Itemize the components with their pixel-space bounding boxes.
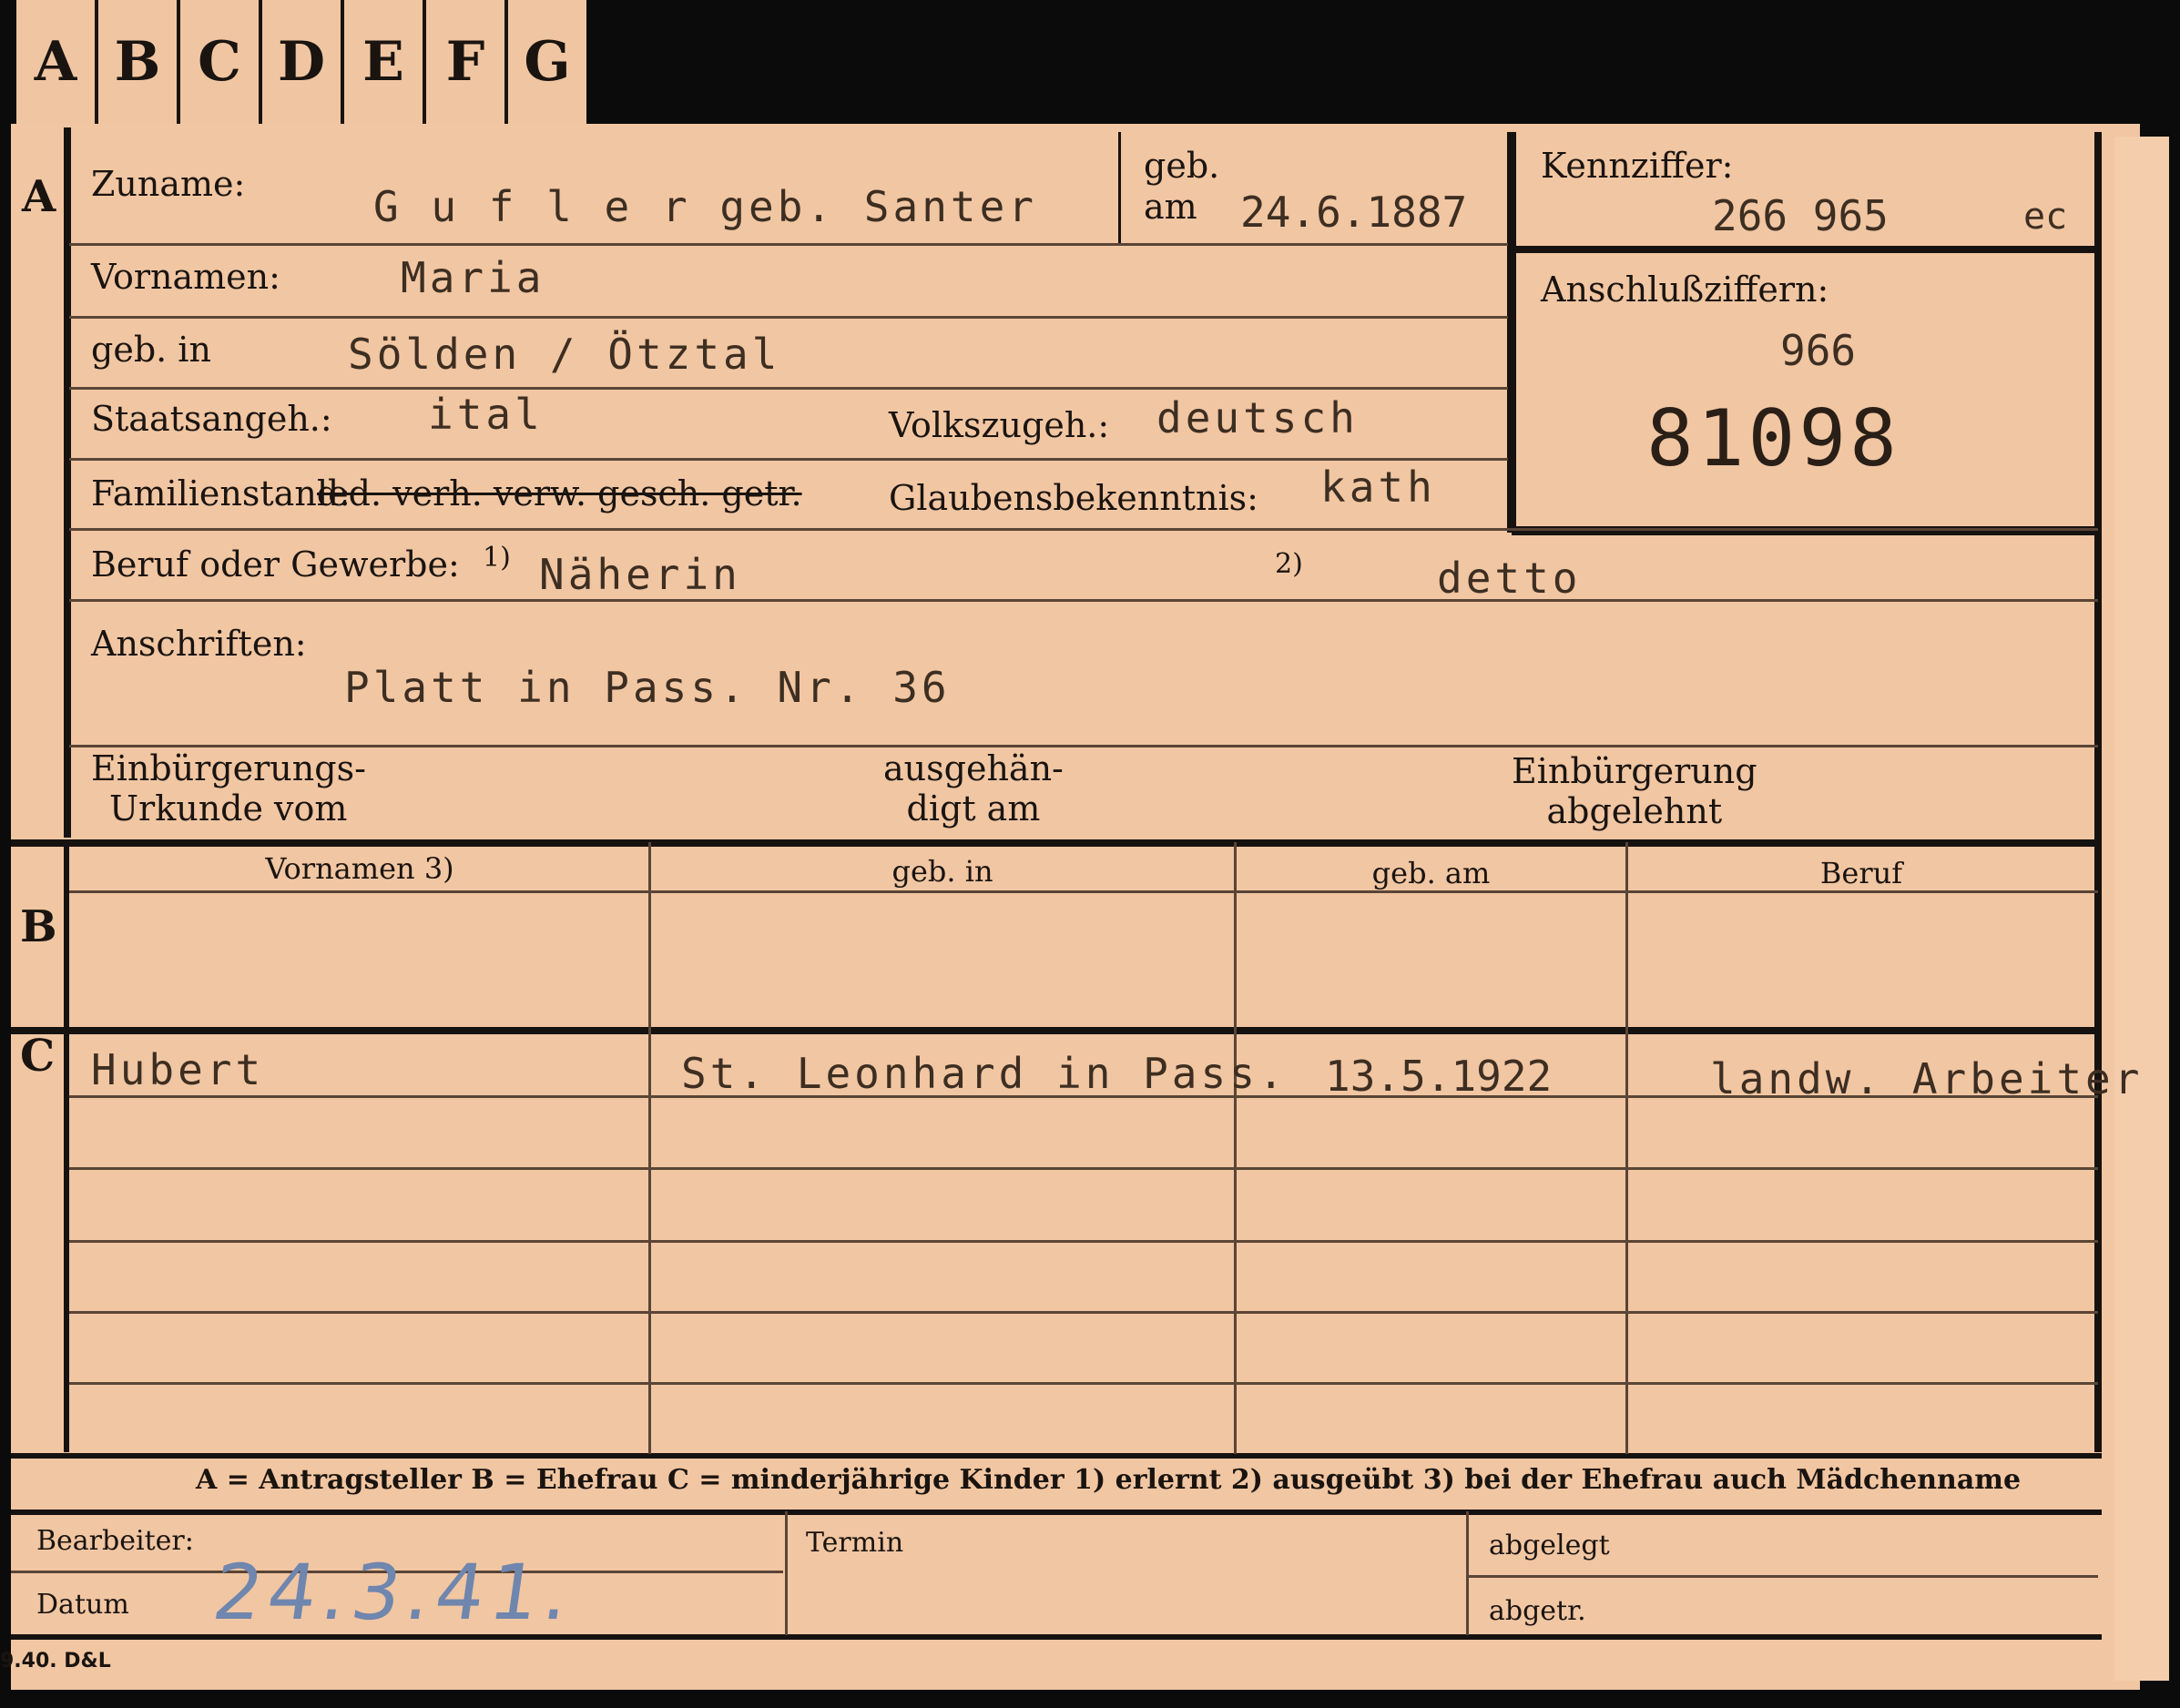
section-a-marker: A [22, 171, 56, 222]
table-col-line [1625, 842, 1628, 1454]
row-line [69, 387, 1508, 390]
zuname-value[interactable]: G u f l e r geb. Santer [373, 182, 1037, 231]
beruf-erlernt-value[interactable]: Näherin [539, 550, 741, 599]
staatsangehoerigkeit-value[interactable]: ital [428, 390, 544, 439]
kind-geburtsdatum-value[interactable]: 13.5.1922 [1325, 1052, 1552, 1101]
kennziffer-box-left [1507, 132, 1516, 533]
col-header-geb-in: geb. in [891, 854, 993, 889]
geb-label: geb. [1144, 146, 1220, 186]
kind-geburtsort-value[interactable]: St. Leonhard in Pass. [681, 1049, 1288, 1098]
section-b-marker: B [20, 901, 57, 952]
legend-text: A = Antragsteller B = Ehefrau C = minder… [196, 1464, 2022, 1496]
anschlussziffern-label: Anschlußziffern: [1541, 269, 1829, 310]
beruf-footnote-1: 1) [483, 542, 511, 574]
beruf-ausgeuebt-value[interactable]: detto [1437, 554, 1581, 603]
print-code: 9.40. D&L [0, 1650, 111, 1672]
glaubensbekenntnis-value[interactable]: kath [1320, 463, 1436, 512]
anschlussziffer-big-value[interactable]: 81098 [1646, 393, 1900, 484]
index-tab-f[interactable]: F [426, 0, 508, 124]
kennziffer-value[interactable]: 266 965 [1712, 191, 1889, 240]
table-col-line [1234, 842, 1237, 1454]
vornamen-value[interactable]: Maria [401, 253, 545, 302]
legend-top-line [11, 1453, 2102, 1459]
beruf-footnote-2: 2) [1275, 548, 1303, 580]
footer-col-line [785, 1511, 788, 1635]
table-row-line [69, 1240, 2098, 1243]
einbuergerungsurkunde-label-line2: Urkunde vom [109, 788, 348, 829]
datum-handwritten-value[interactable]: 24.3.41. [208, 1548, 580, 1637]
einbuergerungsurkunde-label: Einbürgerungs- Urkunde vom [91, 748, 366, 829]
bearbeiter-label: Bearbeiter: [36, 1525, 194, 1557]
am-label: am [1144, 187, 1197, 227]
abgelegt-label: abgelegt [1489, 1530, 1610, 1561]
einbuergerung-abgelehnt-label: Einbürgerung abgelehnt [1512, 751, 1757, 831]
section-divider-left [64, 127, 71, 838]
row-line [69, 458, 1508, 461]
familienstand-label: Familienstand: [91, 473, 351, 513]
beruf-label: Beruf oder Gewerbe: [91, 544, 460, 585]
ausgehaendigt-label-line2: digt am [906, 788, 1041, 829]
index-tab-a[interactable]: A [16, 0, 98, 124]
datum-label: Datum [36, 1589, 129, 1621]
volkszugehoerigkeit-value[interactable]: deutsch [1156, 393, 1359, 442]
section-divider-left-lower [64, 842, 69, 1452]
row-line [69, 599, 2098, 602]
zuname-label: Zuname: [91, 164, 246, 204]
index-tab-strip: A B C D E F G [16, 0, 586, 124]
familienstand-options: led. verh. verw. gesch. getr. [317, 473, 802, 513]
abgetragen-label: abgetr. [1489, 1595, 1586, 1627]
index-tab-d[interactable]: D [262, 0, 344, 124]
anschriften-label: Anschriften: [91, 624, 307, 664]
vornamen-label: Vornamen: [91, 257, 280, 297]
staatsangehoerigkeit-label: Staatsangeh.: [91, 399, 332, 439]
card-right-border [2094, 132, 2102, 1452]
volkszugehoerigkeit-label: Volkszugeh.: [889, 405, 1110, 445]
einbuergerungsurkunde-label-line1: Einbürgerungs- [91, 748, 366, 788]
anschlussziffer-small-value[interactable]: 966 [1780, 326, 1856, 375]
row-line [69, 745, 2098, 747]
section-line-b [11, 839, 2102, 847]
geb-in-label: geb. in [91, 330, 211, 370]
einbuergerung-abgelehnt-line1: Einbürgerung [1512, 751, 1757, 791]
col-header-beruf: Beruf [1819, 856, 1903, 890]
row-line [69, 243, 1508, 246]
table-row-line [69, 1311, 2098, 1314]
section-c-marker: C [20, 1031, 56, 1082]
col-header-vornamen: Vornamen 3) [265, 851, 454, 886]
row-line [69, 528, 2098, 531]
col-header-geb-am: geb. am [1371, 856, 1491, 890]
termin-label: Termin [806, 1527, 904, 1559]
index-tab-e[interactable]: E [344, 0, 426, 124]
kennziffer-box-divider [1512, 246, 2099, 253]
table-row-line [69, 1167, 2098, 1170]
anschrift-value[interactable]: Platt in Pass. Nr. 36 [344, 663, 951, 712]
kind-beruf-value[interactable]: landw. Arbeiter [1710, 1054, 2143, 1103]
table-header-line [69, 890, 2098, 893]
section-line-c [11, 1027, 2102, 1034]
geburtsdatum-value[interactable]: 24.6.1887 [1240, 188, 1467, 237]
kennziffer-label: Kennziffer: [1541, 146, 1734, 186]
card-edge [2114, 137, 2169, 1681]
index-tab-g[interactable]: G [508, 0, 586, 124]
table-col-line [648, 842, 651, 1454]
divider [1118, 132, 1121, 243]
row-line [69, 316, 1508, 319]
footer-col-line [1466, 1511, 1469, 1635]
footer-line [1468, 1575, 2098, 1578]
geburtsort-value[interactable]: Sölden / Ötztal [348, 330, 780, 379]
einbuergerung-abgelehnt-line2: abgelehnt [1546, 791, 1723, 831]
ausgehaendigt-label: ausgehän- digt am [883, 748, 1064, 829]
legend-bottom-line [11, 1510, 2102, 1515]
kind-vorname-value[interactable]: Hubert [91, 1045, 264, 1094]
ausgehaendigt-label-line1: ausgehän- [883, 748, 1064, 788]
index-tab-b[interactable]: B [98, 0, 180, 124]
table-row-line [69, 1382, 2098, 1385]
index-tab-c[interactable]: C [180, 0, 262, 124]
kennziffer-suffix: ec [2023, 196, 2068, 238]
glaubensbekenntnis-label: Glaubensbekenntnis: [889, 478, 1258, 518]
